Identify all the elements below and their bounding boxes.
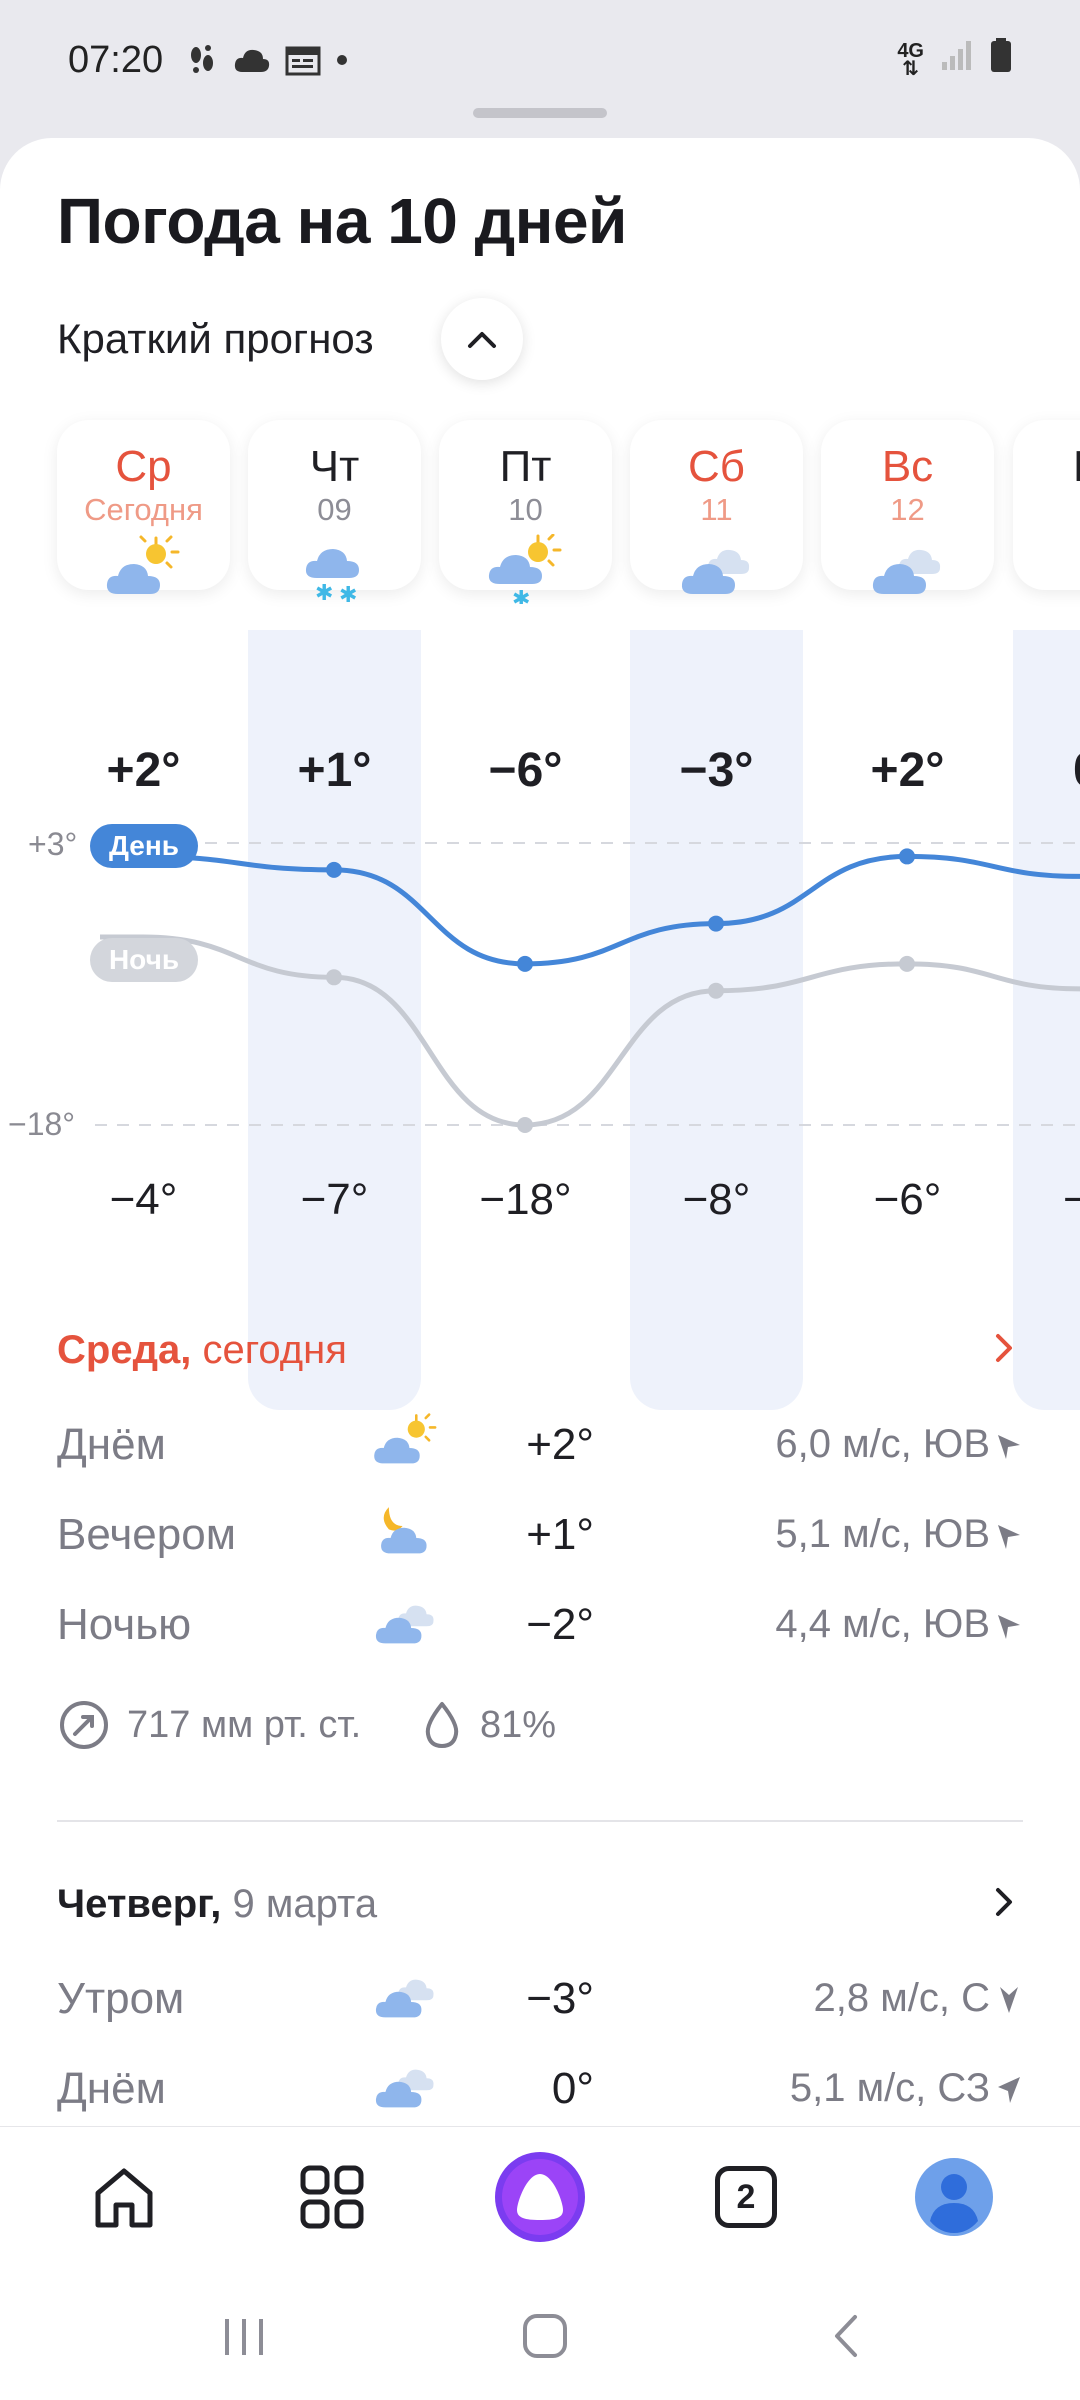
period-wind: 4,4 м/с, ЮВ	[775, 1602, 990, 1646]
pressure-info: 717 мм рт. ст.	[57, 1698, 361, 1752]
period-wind: 5,1 м/с, СЗ	[789, 2066, 990, 2110]
recent-apps-button[interactable]	[204, 2296, 284, 2376]
period-temp: +1°	[526, 1510, 594, 1559]
tabs-count-badge: 2	[715, 2166, 777, 2228]
day-point-Чт	[326, 861, 342, 878]
humidity-drop-icon	[425, 1702, 459, 1748]
home-icon	[95, 2168, 153, 2228]
day-point-Вс	[899, 848, 915, 865]
axis-bottom-label: −18°	[8, 1106, 76, 1142]
back-button[interactable]	[808, 2296, 888, 2376]
period-label: Вечером	[57, 1510, 236, 1559]
cloud-icon	[233, 46, 271, 74]
pressure-gauge-icon	[60, 1701, 108, 1749]
forecast-sheet: Погода на 10 дней Краткий прогноз Ср Сег…	[0, 138, 1080, 2138]
period-wind: 5,1 м/с, ЮВ	[775, 1512, 990, 1556]
day-point-Сб	[708, 915, 724, 932]
status-bar: 07:20 4G ⇅	[0, 0, 1080, 120]
night-point-Вс	[899, 955, 915, 972]
pressure-value: 717 мм рт. ст.	[127, 1703, 362, 1746]
period-label: Утром	[57, 1974, 185, 2023]
period-temp: −3°	[526, 1974, 594, 2023]
temperature-chart	[95, 842, 1080, 1133]
chevron-right-icon[interactable]	[990, 1882, 1020, 1922]
nav-home-button[interactable]	[74, 2147, 174, 2247]
wind-direction-icon	[998, 1525, 1020, 1549]
recent-apps-icon	[225, 2319, 263, 2355]
period-label: Днём	[57, 2064, 166, 2113]
section-day-name: Четверг,	[57, 1882, 222, 1926]
bottom-navigation: 2	[0, 2126, 1080, 2268]
nav-profile-button[interactable]	[904, 2147, 1004, 2247]
partly-cloudy-sun-icon	[374, 1413, 437, 1464]
day-series-line	[100, 853, 1080, 967]
alice-icon	[495, 2152, 585, 2242]
humidity-info: 81%	[420, 1698, 556, 1752]
status-time: 07:20	[68, 38, 164, 81]
axis-top-label: +3°	[28, 826, 78, 862]
section-day-date: сегодня	[191, 1328, 347, 1372]
section-day-date: 9 марта	[221, 1882, 378, 1926]
system-navigation	[0, 2268, 1080, 2400]
humidity-value: 81%	[480, 1703, 557, 1746]
day-point-Пт	[517, 955, 533, 972]
period-label: Днём	[57, 1420, 166, 1469]
nav-alice-button[interactable]	[490, 2147, 590, 2247]
home-system-button[interactable]	[505, 2296, 585, 2376]
battery-icon	[990, 37, 1012, 83]
section-title-thursday[interactable]: Четверг, 9 марта	[57, 1882, 377, 1927]
wind-direction-icon	[998, 1435, 1020, 1459]
period-wind: 2,8 м/с, С	[813, 1976, 990, 2020]
night-series-line	[99, 934, 1080, 1128]
cloudy-icon	[375, 1979, 434, 2018]
cloudy-icon	[375, 1605, 434, 1644]
period-temp: +2°	[526, 1420, 594, 1469]
back-chevron-icon	[835, 2315, 857, 2357]
wind-direction-icon	[998, 1615, 1020, 1639]
nav-tabs-button[interactable]: 2	[696, 2147, 796, 2247]
signal-icon	[940, 38, 974, 82]
period-temp: 0°	[551, 2064, 594, 2113]
period-label: Ночью	[57, 1600, 192, 1649]
wind-direction-icon	[998, 2077, 1020, 2103]
night-point-Сб	[708, 982, 724, 999]
grid-icon	[300, 2165, 364, 2229]
sheet-drag-handle[interactable]	[473, 108, 607, 118]
moon-cloud-icon	[381, 1507, 427, 1554]
footsteps-icon	[185, 43, 219, 77]
avatar	[915, 2158, 993, 2236]
calendar-icon	[285, 44, 321, 76]
cloudy-icon	[375, 2069, 434, 2108]
period-temp: −2°	[526, 1600, 594, 1649]
legend-night-pill: Ночь	[90, 938, 198, 982]
legend-day-pill: День	[90, 824, 198, 868]
home-square-icon	[523, 2314, 567, 2358]
chevron-right-icon[interactable]	[990, 1328, 1020, 1368]
section-day-name: Среда,	[57, 1328, 192, 1372]
night-point-Пт	[517, 1117, 533, 1133]
nav-services-button[interactable]	[282, 2147, 382, 2247]
network-4g-icon: 4G ⇅	[897, 40, 924, 80]
period-wind: 6,0 м/с, ЮВ	[775, 1422, 990, 1466]
night-point-Чт	[326, 969, 342, 986]
section-title-wednesday[interactable]: Среда, сегодня	[57, 1328, 347, 1373]
wind-direction-icon	[1000, 1987, 1018, 2013]
section-divider	[57, 1820, 1023, 1822]
notification-dot-icon	[335, 53, 349, 67]
